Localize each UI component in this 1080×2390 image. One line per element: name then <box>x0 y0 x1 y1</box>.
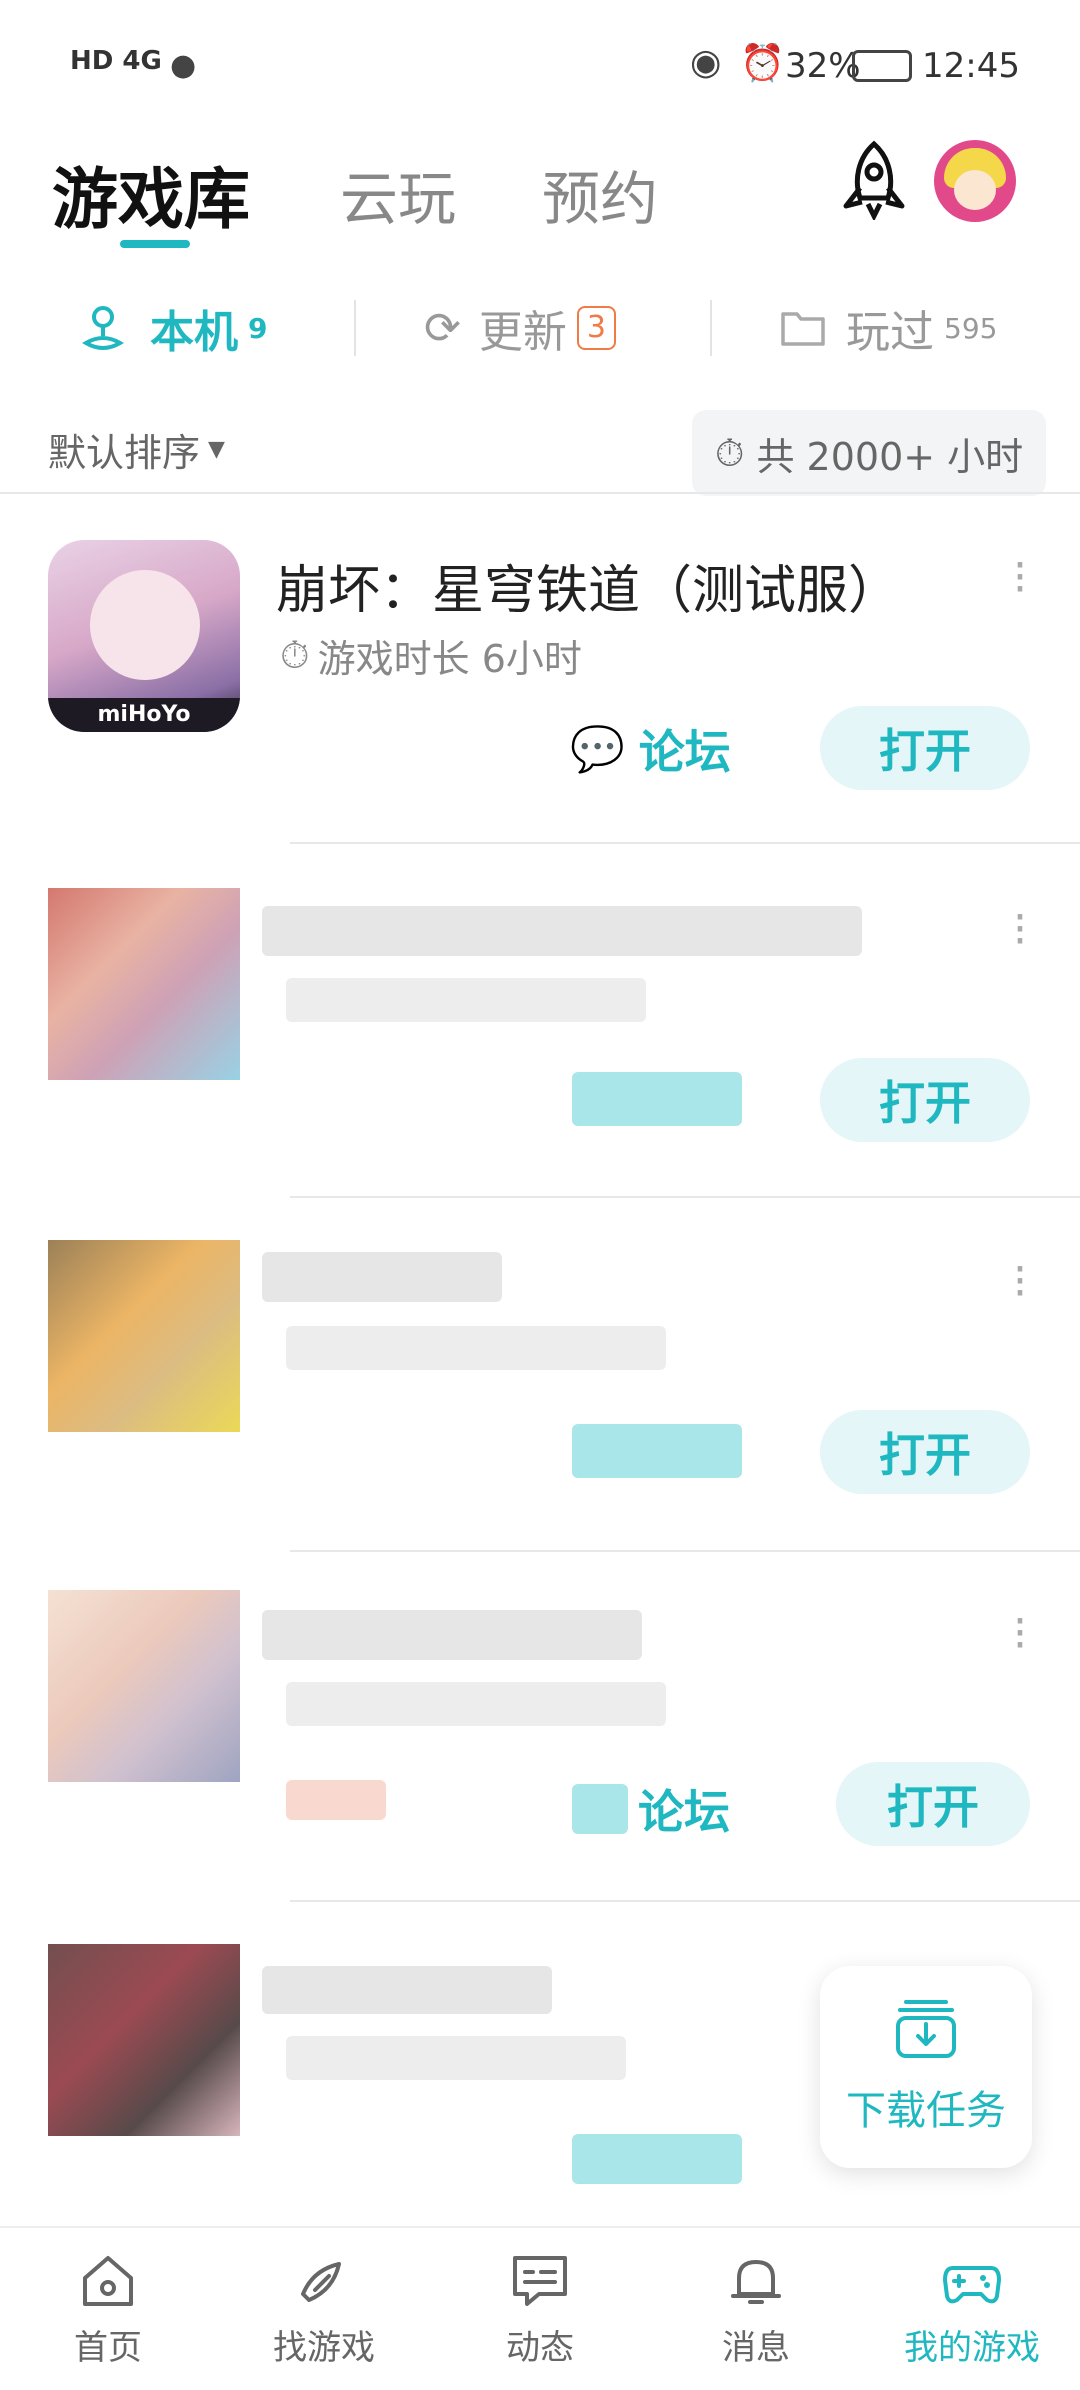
bottom-nav: 首页 找游戏 动态 消息 我的游戏 <box>0 2226 1080 2390</box>
forum-label: 论坛 <box>638 725 731 779</box>
forum-chat-icon: 💬 <box>570 724 625 775</box>
more-options-icon[interactable]: · · · <box>1000 1600 1040 1668</box>
nav-home[interactable]: 首页 <box>0 2228 216 2390</box>
forum-chat-icon <box>572 1784 628 1834</box>
avatar[interactable] <box>934 140 1016 222</box>
total-playtime: ⏱ 共 2000+ 小时 <box>692 410 1046 496</box>
blurred-subtitle <box>286 1682 666 1726</box>
subtab-local[interactable]: 本机 9 <box>78 296 267 360</box>
subtab-divider <box>710 300 712 356</box>
forum-button[interactable]: 💬 论坛 <box>570 716 731 782</box>
game-icon[interactable] <box>48 1944 240 2136</box>
refresh-icon: ⟳ <box>424 302 461 354</box>
active-tab-indicator <box>120 240 190 248</box>
divider <box>290 1550 1080 1552</box>
tab-game-library[interactable]: 游戏库 <box>52 146 250 242</box>
subtab-divider <box>354 300 356 356</box>
tab-reservation[interactable]: 预约 <box>542 152 658 236</box>
eye-icon: ◉ <box>690 42 722 83</box>
timer-icon: ⏱ <box>280 633 310 677</box>
update-count-badge: 3 <box>576 306 616 350</box>
nav-my-games-label: 我的游戏 <box>904 2327 1040 2368</box>
blurred-title <box>262 906 862 956</box>
nav-feed[interactable]: 动态 <box>432 2228 648 2390</box>
blurred-subtitle <box>286 2036 626 2080</box>
subtab-local-count: 9 <box>248 311 268 345</box>
game-playtime-label: 游戏时长 6小时 <box>317 637 582 681</box>
more-options-icon[interactable]: · · · <box>1000 1248 1040 1316</box>
sort-label: 默认排序 <box>48 431 201 475</box>
blurred-forum-button[interactable] <box>572 2134 742 2184</box>
blurred-forum-button[interactable] <box>572 1424 742 1478</box>
download-task-button[interactable]: 下载任务 <box>820 1966 1032 2168</box>
status-bar: HD 4G ● ◉ ⏰ 32% 12:45 <box>0 0 1080 130</box>
subtab-played[interactable]: 玩过 595 <box>780 296 997 360</box>
home-icon <box>83 2255 133 2306</box>
blurred-title <box>262 1966 552 2014</box>
nav-messages-label: 消息 <box>722 2327 790 2368</box>
find-games-icon <box>301 2261 341 2302</box>
open-button[interactable]: 打开 <box>820 706 1030 790</box>
game-icon[interactable] <box>48 1590 240 1782</box>
blurred-title <box>262 1610 642 1660</box>
blurred-title <box>262 1252 502 1302</box>
battery-icon <box>852 50 912 82</box>
more-options-icon[interactable]: · · · <box>1000 544 1040 612</box>
divider <box>290 1900 1080 1902</box>
gamepad-icon <box>943 2265 1001 2303</box>
game-icon[interactable] <box>48 1240 240 1432</box>
more-options-icon[interactable]: · · · <box>1000 896 1040 964</box>
blurred-tag <box>286 1780 386 1820</box>
divider <box>290 1196 1080 1198</box>
open-button[interactable]: 打开 <box>820 1058 1030 1142</box>
local-device-icon <box>82 306 124 350</box>
bell-icon <box>731 2259 781 2304</box>
download-icon <box>896 2000 956 2058</box>
game-title[interactable]: 崩坏：星穹铁道（测试服） <box>276 548 900 623</box>
subtab-played-count: 595 <box>944 311 998 345</box>
battery-percent: 32% <box>785 46 861 86</box>
sort-dropdown[interactable]: 默认排序 ▼ <box>48 422 225 477</box>
nav-messages[interactable]: 消息 <box>648 2228 864 2390</box>
open-button[interactable]: 打开 <box>836 1762 1030 1846</box>
nav-my-games[interactable]: 我的游戏 <box>864 2228 1080 2390</box>
forum-label: 论坛 <box>638 1785 730 1839</box>
game-playtime: ⏱ 游戏时长 6小时 <box>280 628 582 683</box>
rocket-icon[interactable] <box>836 140 912 222</box>
blurred-forum-button[interactable] <box>572 1072 742 1126</box>
game-icon[interactable] <box>48 888 240 1080</box>
alarm-icon: ⏰ <box>740 43 785 84</box>
tab-cloud-play[interactable]: 云玩 <box>340 152 456 236</box>
clock: 12:45 <box>922 46 1020 86</box>
nav-home-label: 首页 <box>74 2327 142 2368</box>
subtab-update[interactable]: ⟳ 更新 3 <box>424 296 616 360</box>
game-icon-logo: miHoYo <box>48 698 240 732</box>
nav-feed-label: 动态 <box>506 2327 574 2368</box>
nav-find-games[interactable]: 找游戏 <box>216 2228 432 2390</box>
caret-down-icon: ▼ <box>208 437 225 462</box>
wechat-icon: ● <box>170 48 197 83</box>
nav-find-games-label: 找游戏 <box>273 2327 375 2368</box>
blurred-subtitle <box>286 1326 666 1370</box>
game-icon[interactable]: miHoYo <box>48 540 240 732</box>
subtab-played-label: 玩过 <box>846 307 934 358</box>
blurred-subtitle <box>286 978 646 1022</box>
subtab-local-label: 本机 <box>150 307 238 358</box>
open-button[interactable]: 打开 <box>820 1410 1030 1494</box>
network-indicator: HD 4G <box>70 46 162 76</box>
feed-icon <box>513 2255 567 2306</box>
divider <box>0 492 1080 494</box>
folder-icon <box>781 312 825 346</box>
timer-icon: ⏱ <box>714 430 745 475</box>
divider <box>290 842 1080 844</box>
download-task-label: 下载任务 <box>846 2088 1006 2134</box>
forum-button[interactable]: 论坛 <box>572 1776 730 1842</box>
subtab-update-label: 更新 <box>478 307 567 358</box>
total-playtime-label: 共 2000+ 小时 <box>756 434 1024 479</box>
